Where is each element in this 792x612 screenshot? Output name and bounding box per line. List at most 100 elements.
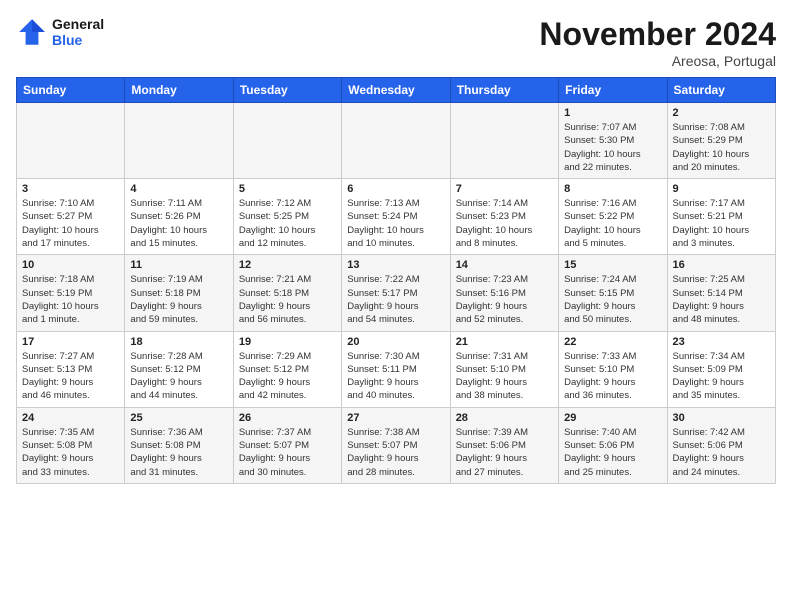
day-info: Sunrise: 7:34 AM Sunset: 5:09 PM Dayligh… — [673, 350, 770, 403]
day-number: 15 — [564, 259, 661, 271]
day-number: 3 — [22, 183, 119, 195]
calendar-cell: 25 Sunrise: 7:36 AM Sunset: 5:08 PM Dayli… — [125, 407, 233, 483]
calendar-cell: 4 Sunrise: 7:11 AM Sunset: 5:26 PM Daylig… — [125, 179, 233, 255]
weekday-header-sunday: Sunday — [17, 78, 125, 103]
day-info: Sunrise: 7:33 AM Sunset: 5:10 PM Dayligh… — [564, 350, 661, 403]
day-number: 21 — [456, 336, 553, 348]
calendar-cell: 17Sunrise: 7:27 AM Sunset: 5:13 PM Dayli… — [17, 331, 125, 407]
day-info: Sunrise: 7:17 AM Sunset: 5:21 PM Dayligh… — [673, 197, 770, 250]
day-number: 29 — [564, 412, 661, 424]
month-title: November 2024 — [539, 16, 776, 53]
logo-icon — [16, 16, 48, 48]
weekday-header-tuesday: Tuesday — [233, 78, 341, 103]
day-number: 11 — [130, 259, 227, 271]
day-number: 14 — [456, 259, 553, 271]
day-number: 26 — [239, 412, 336, 424]
calendar-cell: 15 Sunrise: 7:24 AM Sunset: 5:15 PM Dayli… — [559, 255, 667, 331]
day-number: 22 — [564, 336, 661, 348]
day-number: 7 — [456, 183, 553, 195]
weekday-header-wednesday: Wednesday — [342, 78, 450, 103]
day-info: Sunrise: 7:38 AM Sunset: 5:07 PM Dayligh… — [347, 426, 444, 479]
day-info: Sunrise: 7:27 AM Sunset: 5:13 PM Dayligh… — [22, 350, 119, 403]
day-number: 10 — [22, 259, 119, 271]
calendar-cell: 6 Sunrise: 7:13 AM Sunset: 5:24 PM Daylig… — [342, 179, 450, 255]
calendar-cell: 1Sunrise: 7:07 AM Sunset: 5:30 PM Daylig… — [559, 103, 667, 179]
calendar-cell — [233, 103, 341, 179]
calendar-cell — [342, 103, 450, 179]
calendar-cell — [450, 103, 558, 179]
day-number: 4 — [130, 183, 227, 195]
day-info: Sunrise: 7:12 AM Sunset: 5:25 PM Dayligh… — [239, 197, 336, 250]
day-number: 1 — [564, 107, 661, 119]
day-number: 23 — [673, 336, 770, 348]
calendar-cell — [125, 103, 233, 179]
calendar-cell: 3 Sunrise: 7:10 AM Sunset: 5:27 PM Daylig… — [17, 179, 125, 255]
day-info: Sunrise: 7:13 AM Sunset: 5:24 PM Dayligh… — [347, 197, 444, 250]
calendar-cell: 20 Sunrise: 7:30 AM Sunset: 5:11 PM Dayli… — [342, 331, 450, 407]
day-number: 2 — [673, 107, 770, 119]
day-info: Sunrise: 7:31 AM Sunset: 5:10 PM Dayligh… — [456, 350, 553, 403]
day-info: Sunrise: 7:08 AM Sunset: 5:29 PM Dayligh… — [673, 121, 770, 174]
day-number: 18 — [130, 336, 227, 348]
day-info: Sunrise: 7:37 AM Sunset: 5:07 PM Dayligh… — [239, 426, 336, 479]
weekday-header-thursday: Thursday — [450, 78, 558, 103]
calendar-cell: 29 Sunrise: 7:40 AM Sunset: 5:06 PM Dayli… — [559, 407, 667, 483]
day-number: 5 — [239, 183, 336, 195]
weekday-header-monday: Monday — [125, 78, 233, 103]
day-number: 30 — [673, 412, 770, 424]
day-info: Sunrise: 7:36 AM Sunset: 5:08 PM Dayligh… — [130, 426, 227, 479]
day-info: Sunrise: 7:11 AM Sunset: 5:26 PM Dayligh… — [130, 197, 227, 250]
title-block: November 2024 Areosa, Portugal — [539, 16, 776, 69]
calendar-cell: 13Sunrise: 7:22 AM Sunset: 5:17 PM Dayli… — [342, 255, 450, 331]
day-info: Sunrise: 7:14 AM Sunset: 5:23 PM Dayligh… — [456, 197, 553, 250]
day-info: Sunrise: 7:24 AM Sunset: 5:15 PM Dayligh… — [564, 273, 661, 326]
day-number: 20 — [347, 336, 444, 348]
day-info: Sunrise: 7:42 AM Sunset: 5:06 PM Dayligh… — [673, 426, 770, 479]
calendar-cell: 24 Sunrise: 7:35 AM Sunset: 5:08 PM Dayli… — [17, 407, 125, 483]
calendar-table: SundayMondayTuesdayWednesdayThursdayFrid… — [16, 77, 776, 484]
calendar-cell: 9 Sunrise: 7:17 AM Sunset: 5:21 PM Daylig… — [667, 179, 775, 255]
day-info: Sunrise: 7:21 AM Sunset: 5:18 PM Dayligh… — [239, 273, 336, 326]
logo-text: General Blue — [52, 16, 104, 48]
day-number: 28 — [456, 412, 553, 424]
calendar-cell: 22 Sunrise: 7:33 AM Sunset: 5:10 PM Dayli… — [559, 331, 667, 407]
calendar-cell: 14Sunrise: 7:23 AM Sunset: 5:16 PM Dayli… — [450, 255, 558, 331]
day-info: Sunrise: 7:29 AM Sunset: 5:12 PM Dayligh… — [239, 350, 336, 403]
calendar-header: SundayMondayTuesdayWednesdayThursdayFrid… — [17, 78, 776, 103]
day-number: 24 — [22, 412, 119, 424]
day-number: 19 — [239, 336, 336, 348]
day-info: Sunrise: 7:30 AM Sunset: 5:11 PM Dayligh… — [347, 350, 444, 403]
day-number: 27 — [347, 412, 444, 424]
calendar-cell: 18 Sunrise: 7:28 AM Sunset: 5:12 PM Dayli… — [125, 331, 233, 407]
day-info: Sunrise: 7:28 AM Sunset: 5:12 PM Dayligh… — [130, 350, 227, 403]
calendar-cell: 8Sunrise: 7:16 AM Sunset: 5:22 PM Daylig… — [559, 179, 667, 255]
location: Areosa, Portugal — [539, 53, 776, 69]
weekday-header-friday: Friday — [559, 78, 667, 103]
calendar-cell: 30 Sunrise: 7:42 AM Sunset: 5:06 PM Dayli… — [667, 407, 775, 483]
day-info: Sunrise: 7:22 AM Sunset: 5:17 PM Dayligh… — [347, 273, 444, 326]
day-info: Sunrise: 7:39 AM Sunset: 5:06 PM Dayligh… — [456, 426, 553, 479]
calendar-cell: 27 Sunrise: 7:38 AM Sunset: 5:07 PM Dayli… — [342, 407, 450, 483]
calendar-cell: 23 Sunrise: 7:34 AM Sunset: 5:09 PM Dayli… — [667, 331, 775, 407]
calendar-cell — [17, 103, 125, 179]
calendar-cell: 5 Sunrise: 7:12 AM Sunset: 5:25 PM Daylig… — [233, 179, 341, 255]
calendar-cell: 10 Sunrise: 7:18 AM Sunset: 5:19 PM Dayli… — [17, 255, 125, 331]
day-info: Sunrise: 7:40 AM Sunset: 5:06 PM Dayligh… — [564, 426, 661, 479]
calendar-cell: 28 Sunrise: 7:39 AM Sunset: 5:06 PM Dayli… — [450, 407, 558, 483]
day-info: Sunrise: 7:19 AM Sunset: 5:18 PM Dayligh… — [130, 273, 227, 326]
page-header: General Blue November 2024 Areosa, Portu… — [16, 16, 776, 69]
calendar-cell: 7 Sunrise: 7:14 AM Sunset: 5:23 PM Daylig… — [450, 179, 558, 255]
day-info: Sunrise: 7:10 AM Sunset: 5:27 PM Dayligh… — [22, 197, 119, 250]
calendar-cell: 11 Sunrise: 7:19 AM Sunset: 5:18 PM Dayli… — [125, 255, 233, 331]
calendar-cell: 21 Sunrise: 7:31 AM Sunset: 5:10 PM Dayli… — [450, 331, 558, 407]
day-number: 6 — [347, 183, 444, 195]
logo: General Blue — [16, 16, 104, 48]
day-number: 9 — [673, 183, 770, 195]
day-info: Sunrise: 7:35 AM Sunset: 5:08 PM Dayligh… — [22, 426, 119, 479]
calendar-cell: 16Sunrise: 7:25 AM Sunset: 5:14 PM Dayli… — [667, 255, 775, 331]
day-info: Sunrise: 7:25 AM Sunset: 5:14 PM Dayligh… — [673, 273, 770, 326]
day-number: 25 — [130, 412, 227, 424]
weekday-header-saturday: Saturday — [667, 78, 775, 103]
day-info: Sunrise: 7:18 AM Sunset: 5:19 PM Dayligh… — [22, 273, 119, 326]
calendar-cell: 19 Sunrise: 7:29 AM Sunset: 5:12 PM Dayli… — [233, 331, 341, 407]
